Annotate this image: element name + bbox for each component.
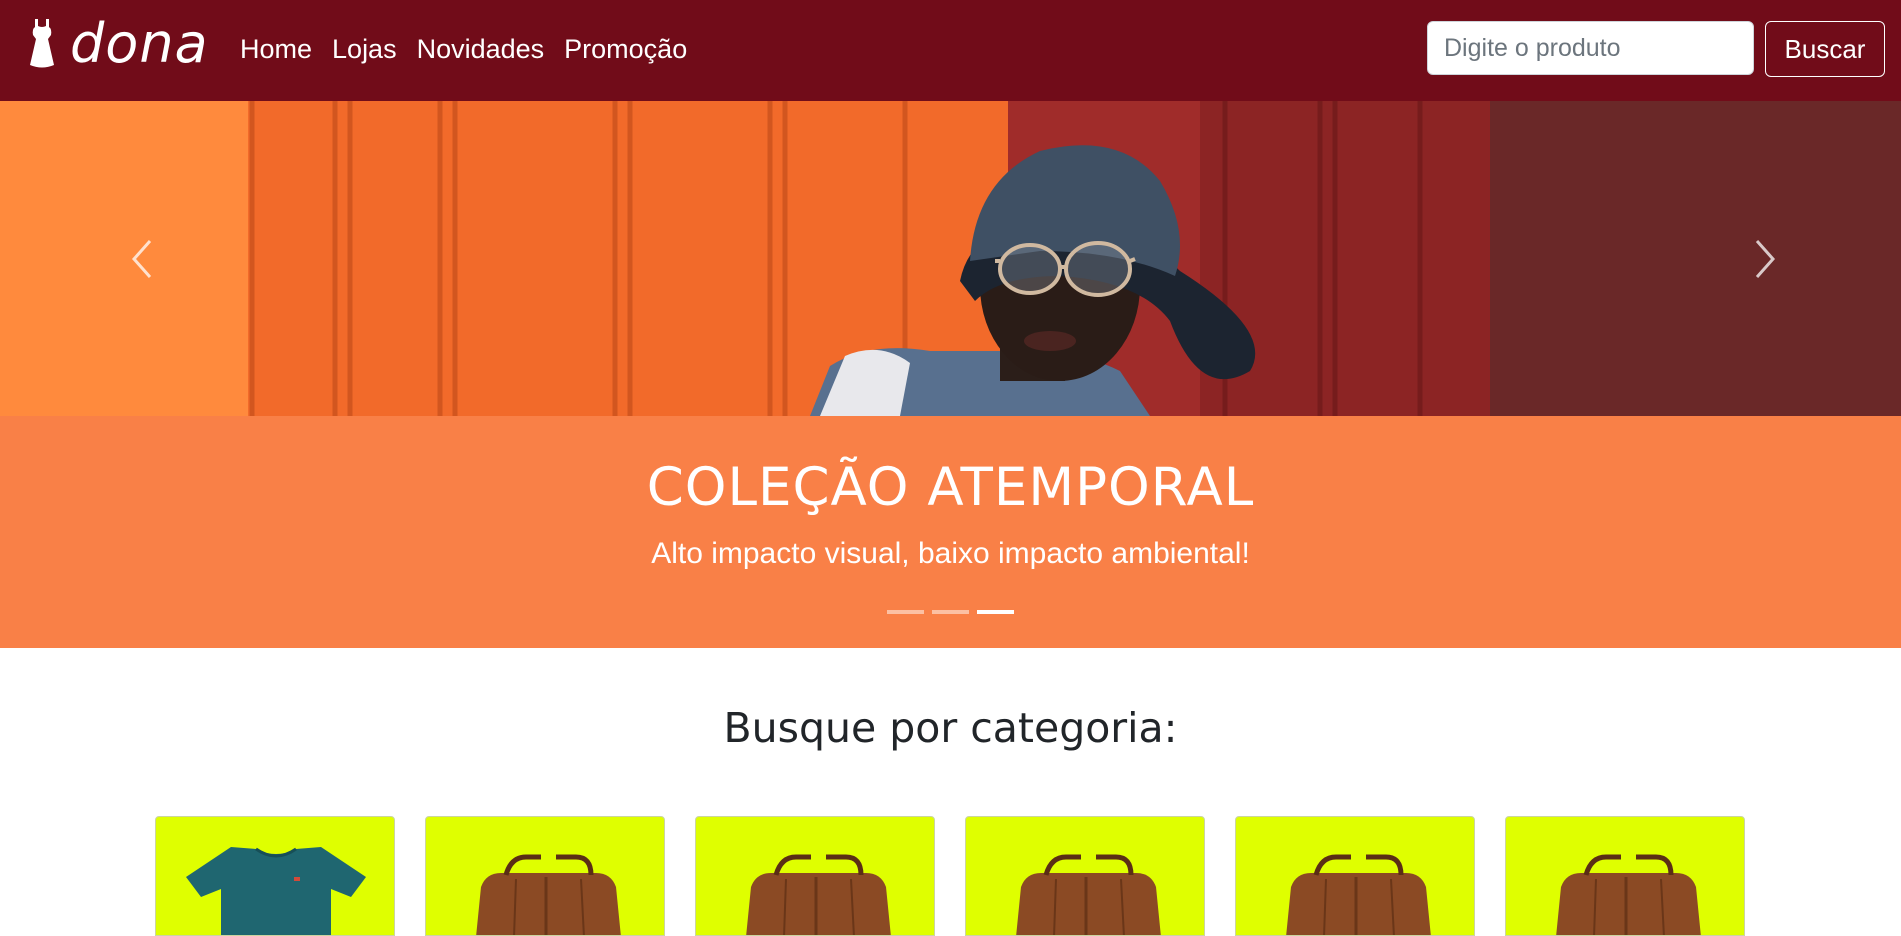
carousel-indicators bbox=[0, 610, 1901, 614]
bag-image bbox=[1556, 854, 1701, 935]
caption-title: COLEÇÃO ATEMPORAL bbox=[646, 457, 1255, 518]
nav-link-novidades[interactable]: Novidades bbox=[417, 30, 545, 68]
navbar: dona Home Lojas Novidades Promoção Busca… bbox=[0, 0, 1901, 101]
nav-link-lojas[interactable]: Lojas bbox=[332, 30, 397, 68]
search-button[interactable]: Buscar bbox=[1765, 21, 1885, 77]
bag-image bbox=[1286, 854, 1431, 935]
chevron-left-icon bbox=[131, 239, 152, 278]
hero-carousel: COLEÇÃO ATEMPORAL Alto impacto visual, b… bbox=[0, 101, 1901, 648]
bag-image bbox=[1016, 854, 1161, 935]
category-card-bag[interactable] bbox=[425, 816, 665, 936]
bag-image bbox=[476, 854, 621, 935]
category-card-bag[interactable] bbox=[1235, 816, 1475, 936]
search-input[interactable] bbox=[1427, 21, 1754, 75]
carousel-caption: COLEÇÃO ATEMPORAL Alto impacto visual, b… bbox=[0, 416, 1901, 648]
nav-link-home[interactable]: Home bbox=[240, 30, 312, 68]
category-card-bag[interactable] bbox=[695, 816, 935, 936]
category-list bbox=[155, 816, 1745, 936]
caption-subtitle: Alto impacto visual, baixo impacto ambie… bbox=[651, 537, 1250, 570]
category-card-bag[interactable] bbox=[965, 816, 1205, 936]
tshirt-image bbox=[186, 847, 366, 935]
category-card-bag[interactable] bbox=[1505, 816, 1745, 936]
brand-name: dona bbox=[70, 12, 209, 75]
bag-image bbox=[746, 854, 891, 935]
category-card-tshirt[interactable] bbox=[155, 816, 395, 936]
hero-image bbox=[0, 101, 1901, 416]
nav-links: Home Lojas Novidades Promoção bbox=[240, 30, 687, 68]
category-section-title: Busque por categoria: bbox=[723, 704, 1178, 752]
carousel-next-button[interactable] bbox=[1655, 101, 1875, 416]
dress-icon bbox=[30, 19, 54, 68]
carousel-prev-button[interactable] bbox=[32, 101, 252, 416]
chevron-right-icon bbox=[1755, 239, 1776, 278]
carousel-indicator-1[interactable] bbox=[887, 610, 924, 614]
nav-link-promocao[interactable]: Promoção bbox=[564, 30, 687, 68]
carousel-indicator-2[interactable] bbox=[932, 610, 969, 614]
carousel-indicator-3[interactable] bbox=[977, 610, 1014, 614]
brand-logo[interactable]: dona bbox=[26, 16, 209, 72]
